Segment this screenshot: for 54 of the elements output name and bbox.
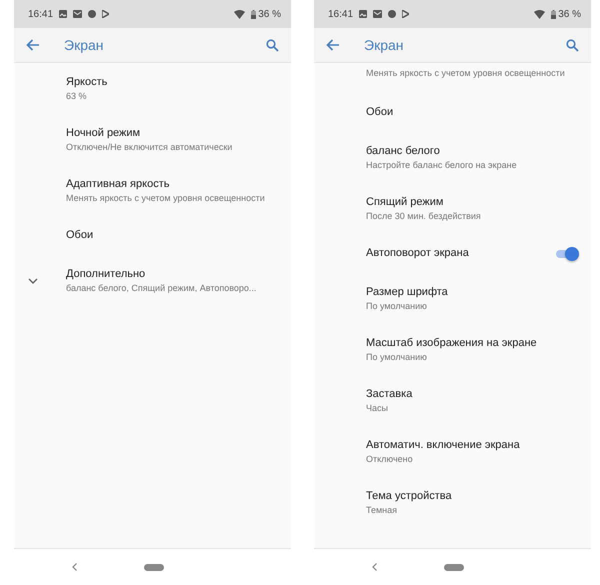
circle-notification-icon (388, 10, 396, 18)
back-chevron-icon[interactable] (72, 563, 77, 571)
mail-notification-icon (73, 10, 82, 18)
setting-summary: Темная (366, 504, 398, 516)
setting-summary: 63 % (66, 90, 88, 102)
setting-title[interactable]: Тема устройства (366, 489, 579, 504)
back-arrow-icon[interactable] (326, 39, 340, 51)
back-chevron-icon[interactable] (372, 563, 377, 571)
setting-title[interactable]: Обои (66, 228, 279, 243)
setting-title[interactable]: Автоповорот экрана (366, 246, 555, 261)
setting-summary: баланс белого, Спящий режим, Автоповоро... (66, 282, 258, 294)
wifi-icon (534, 10, 546, 18)
battery-icon (551, 10, 556, 18)
battery-percent: 36 % (258, 8, 281, 20)
search-icon[interactable] (266, 38, 279, 52)
setting-summary: Менять яркость с учетом уровня освещенности (66, 192, 266, 204)
setting-title[interactable]: Ночной режим (66, 126, 279, 141)
clock-time: 16:41 (328, 8, 354, 20)
home-button[interactable] (444, 564, 464, 570)
clock-time: 16:41 (28, 8, 54, 20)
wifi-icon (234, 10, 246, 18)
setting-title[interactable]: Обои (366, 105, 579, 120)
chevron-down-icon[interactable] (28, 278, 38, 284)
image-notification-icon (359, 10, 368, 18)
search-icon[interactable] (566, 38, 579, 52)
battery-percent: 36 % (558, 8, 581, 20)
mail-notification-icon (373, 10, 382, 18)
play-notification-icon (402, 10, 410, 18)
image-notification-icon (59, 10, 68, 18)
screen-title: Экран (64, 37, 104, 53)
setting-summary: Часы (366, 402, 389, 414)
setting-title[interactable]: Масштаб изображения на экране (366, 336, 579, 351)
circle-notification-icon (88, 10, 96, 18)
setting-summary: Отключено (366, 453, 414, 465)
setting-summary: Настройте баланс белого на экране (366, 159, 518, 171)
battery-icon (251, 10, 256, 18)
back-arrow-icon[interactable] (26, 39, 40, 51)
setting-summary: По умолчанию (366, 300, 428, 312)
setting-summary: Менять яркость с учетом уровня освещенности (366, 67, 566, 79)
setting-title[interactable]: Размер шрифта (366, 285, 579, 300)
setting-title[interactable]: Заставка (366, 387, 579, 402)
toggle-switch[interactable] (555, 246, 579, 260)
setting-title[interactable]: Адаптивная яркость (66, 177, 279, 192)
setting-title[interactable]: баланс белого (366, 144, 579, 159)
play-notification-icon (102, 10, 110, 18)
screen-title: Экран (364, 37, 404, 53)
setting-title[interactable]: Автоматич. включение экрана (366, 438, 579, 453)
setting-summary: Отключен/Не включится автоматически (66, 141, 234, 153)
setting-summary: По умолчанию (366, 351, 428, 363)
setting-summary: После 30 мин. бездействия (366, 210, 482, 222)
home-button[interactable] (144, 564, 164, 570)
setting-title[interactable]: Яркость (66, 75, 279, 90)
setting-title[interactable]: Дополнительно (66, 267, 279, 282)
setting-title[interactable]: Спящий режим (366, 195, 579, 210)
